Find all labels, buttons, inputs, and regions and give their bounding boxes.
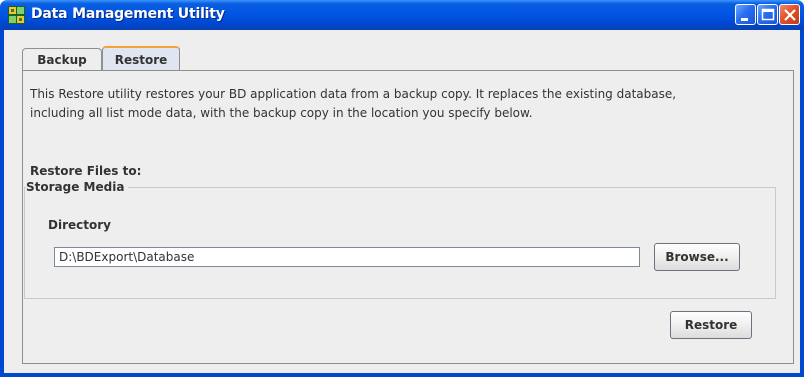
application-window: Data Management Utility Backup Restore T… bbox=[0, 0, 804, 377]
title-bar[interactable]: Data Management Utility bbox=[0, 0, 804, 30]
directory-label: Directory bbox=[48, 218, 111, 232]
minimize-button[interactable] bbox=[735, 4, 756, 25]
window-title: Data Management Utility bbox=[31, 6, 225, 22]
restore-description: This Restore utility restores your BD ap… bbox=[30, 87, 677, 120]
tab-backup[interactable]: Backup bbox=[22, 48, 102, 70]
window-content: Backup Restore This Restore utility rest… bbox=[4, 30, 800, 373]
restore-files-to-label: Restore Files to: bbox=[30, 164, 142, 178]
restore-button[interactable]: Restore bbox=[670, 311, 752, 339]
window-frame: Backup Restore This Restore utility rest… bbox=[0, 30, 804, 377]
close-button[interactable] bbox=[779, 4, 800, 25]
minimize-icon bbox=[741, 18, 748, 21]
close-icon bbox=[784, 9, 796, 21]
maximize-icon bbox=[761, 8, 775, 21]
browse-button[interactable]: Browse... bbox=[654, 243, 740, 271]
maximize-button[interactable] bbox=[757, 4, 778, 25]
app-icon bbox=[8, 6, 25, 24]
storage-media-title: Storage Media bbox=[26, 180, 129, 194]
tab-restore[interactable]: Restore bbox=[102, 46, 180, 71]
directory-input[interactable]: D:\BDExport\Database bbox=[54, 247, 640, 267]
